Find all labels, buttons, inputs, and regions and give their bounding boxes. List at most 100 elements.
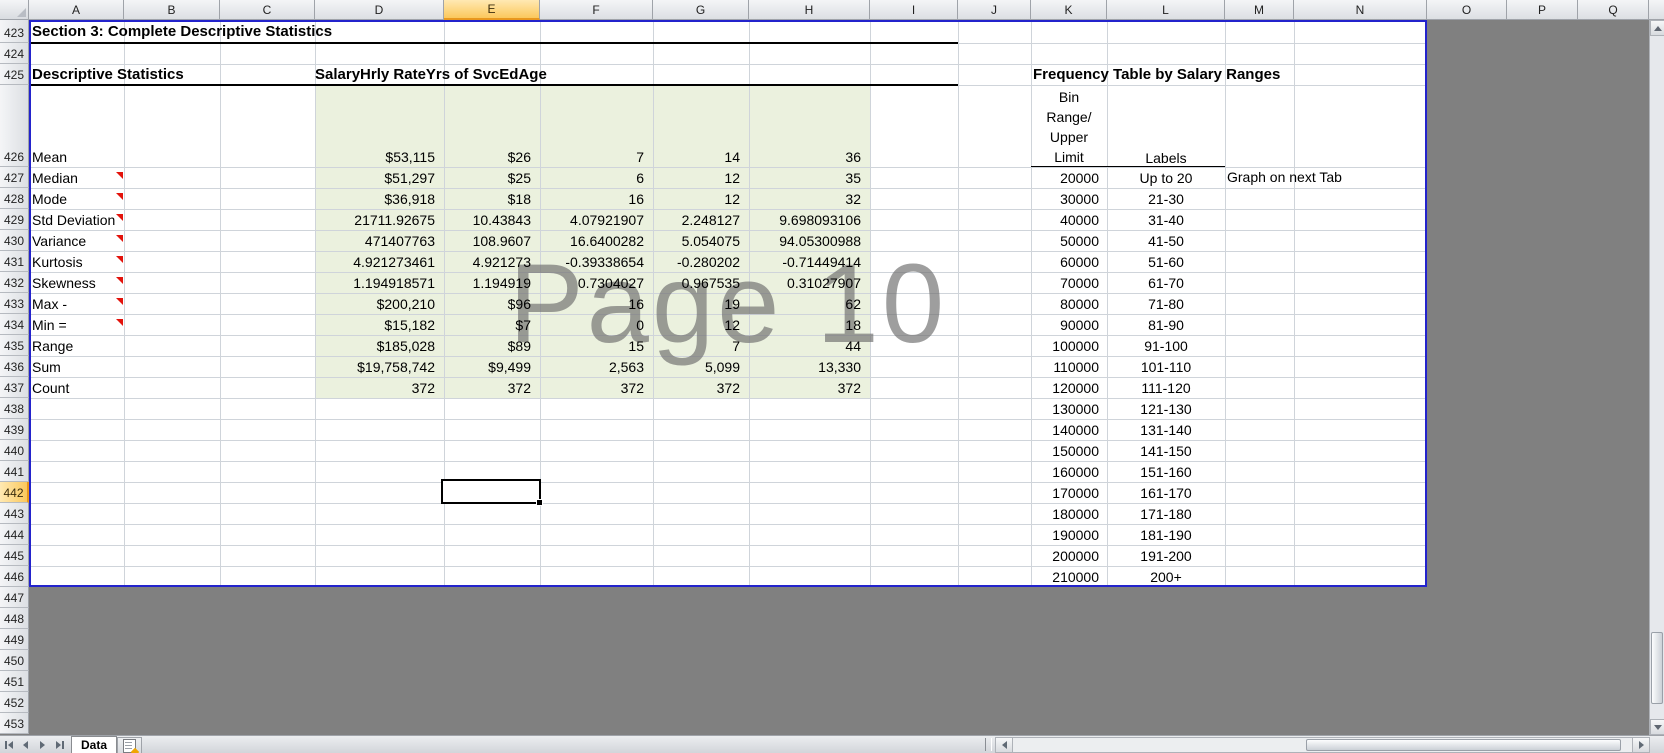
stat-salary-cell[interactable]: $53,115 <box>315 149 444 165</box>
row-header[interactable]: 436 <box>0 356 29 377</box>
freq-label-cell[interactable]: 61-70 <box>1107 275 1225 291</box>
fill-handle[interactable] <box>536 499 543 506</box>
stat-salary-cell[interactable]: $185,028 <box>315 338 444 354</box>
column-header[interactable]: I <box>870 0 958 20</box>
row-header[interactable]: 424 <box>0 43 29 64</box>
stat-hrlyrate-cell[interactable]: $89 <box>444 338 540 354</box>
row-header[interactable]: 445 <box>0 545 29 566</box>
stat-yrsofsvc-cell[interactable]: 16 <box>540 296 653 312</box>
row-header[interactable]: 433 <box>0 293 29 314</box>
stat-ed-cell[interactable]: 7 <box>653 338 749 354</box>
row-header[interactable]: 446 <box>0 566 29 587</box>
stat-hrlyrate-cell[interactable]: $18 <box>444 191 540 207</box>
stat-label-cell[interactable]: Max - <box>29 296 315 312</box>
stat-label-cell[interactable]: Mode <box>29 191 315 207</box>
stat-salary-cell[interactable]: 21711.92675 <box>315 212 444 228</box>
stat-age-cell[interactable]: 372 <box>749 380 870 396</box>
stat-age-cell[interactable]: 94.05300988 <box>749 233 870 249</box>
freq-label-cell[interactable]: 200+ <box>1107 569 1225 585</box>
row-header[interactable]: 432 <box>0 272 29 293</box>
tab-nav-prev-button[interactable] <box>17 738 34 752</box>
column-header[interactable]: J <box>958 0 1031 20</box>
tab-splitter-handle[interactable] <box>985 738 992 751</box>
freq-bin-cell[interactable]: 110000 <box>1031 359 1107 375</box>
freq-bin-cell[interactable]: 170000 <box>1031 485 1107 501</box>
stat-ed-cell[interactable]: 12 <box>653 170 749 186</box>
stat-ed-cell[interactable]: 2.248127 <box>653 212 749 228</box>
stats-column-header[interactable]: Ed <box>499 66 518 83</box>
column-header[interactable]: M <box>1225 0 1294 20</box>
stat-label-cell[interactable]: Mean <box>29 149 315 165</box>
tab-nav-last-button[interactable] <box>51 738 68 752</box>
row-header[interactable]: 449 <box>0 629 29 650</box>
freq-labels-header[interactable]: Labels <box>1107 85 1225 167</box>
stat-yrsofsvc-cell[interactable]: 16.6400282 <box>540 233 653 249</box>
row-header[interactable]: 439 <box>0 419 29 440</box>
column-header[interactable]: E <box>444 0 540 20</box>
stat-yrsofsvc-cell[interactable]: -0.39338654 <box>540 254 653 270</box>
freq-bin-cell[interactable]: 60000 <box>1031 254 1107 270</box>
stat-ed-cell[interactable]: -0.280202 <box>653 254 749 270</box>
freq-label-cell[interactable]: 121-130 <box>1107 401 1225 417</box>
stat-hrlyrate-cell[interactable]: $25 <box>444 170 540 186</box>
freq-bin-cell[interactable]: 200000 <box>1031 548 1107 564</box>
stat-hrlyrate-cell[interactable]: 372 <box>444 380 540 396</box>
stat-yrsofsvc-cell[interactable]: 4.07921907 <box>540 212 653 228</box>
scroll-right-button[interactable] <box>1632 737 1649 752</box>
freq-label-cell[interactable]: 21-30 <box>1107 191 1225 207</box>
column-header[interactable]: O <box>1427 0 1507 20</box>
tab-nav-next-button[interactable] <box>34 738 51 752</box>
freq-bin-cell[interactable]: 130000 <box>1031 401 1107 417</box>
stat-hrlyrate-cell[interactable]: 4.921273 <box>444 254 540 270</box>
freq-bin-cell[interactable]: 90000 <box>1031 317 1107 333</box>
tab-nav-first-button[interactable] <box>0 738 17 752</box>
freq-label-cell[interactable]: Up to 20 <box>1107 170 1225 186</box>
freq-bin-cell[interactable]: 180000 <box>1031 506 1107 522</box>
stat-salary-cell[interactable]: 372 <box>315 380 444 396</box>
stat-age-cell[interactable]: -0.71449414 <box>749 254 870 270</box>
stat-ed-cell[interactable]: 14 <box>653 149 749 165</box>
stat-yrsofsvc-cell[interactable]: 0 <box>540 317 653 333</box>
stat-hrlyrate-cell[interactable]: $26 <box>444 149 540 165</box>
freq-label-cell[interactable]: 141-150 <box>1107 443 1225 459</box>
stat-label-cell[interactable]: Skewness <box>29 275 315 291</box>
freq-label-cell[interactable]: 51-60 <box>1107 254 1225 270</box>
stat-ed-cell[interactable]: 5,099 <box>653 359 749 375</box>
row-header[interactable]: 450 <box>0 650 29 671</box>
row-header[interactable]: 428 <box>0 188 29 209</box>
horizontal-scrollbar[interactable] <box>995 736 1650 753</box>
stat-ed-cell[interactable]: 0.967535 <box>653 275 749 291</box>
column-header[interactable]: C <box>220 0 315 20</box>
stat-age-cell[interactable]: 0.31027907 <box>749 275 870 291</box>
freq-label-cell[interactable]: 31-40 <box>1107 212 1225 228</box>
row-header[interactable]: 427 <box>0 167 29 188</box>
row-header[interactable]: 453 <box>0 713 29 734</box>
stat-salary-cell[interactable]: $200,210 <box>315 296 444 312</box>
stat-salary-cell[interactable]: $15,182 <box>315 317 444 333</box>
row-header[interactable]: 447 <box>0 587 29 608</box>
stat-ed-cell[interactable]: 19 <box>653 296 749 312</box>
row-header[interactable]: 429 <box>0 209 29 230</box>
freq-label-cell[interactable]: 171-180 <box>1107 506 1225 522</box>
row-header[interactable]: 423 <box>0 20 29 43</box>
stat-age-cell[interactable]: 13,330 <box>749 359 870 375</box>
stat-age-cell[interactable]: 35 <box>749 170 870 186</box>
stat-hrlyrate-cell[interactable]: 1.194919 <box>444 275 540 291</box>
row-header[interactable]: 443 <box>0 503 29 524</box>
stat-yrsofsvc-cell[interactable]: 2,563 <box>540 359 653 375</box>
column-header[interactable]: L <box>1107 0 1225 20</box>
stat-yrsofsvc-cell[interactable]: 6 <box>540 170 653 186</box>
stat-hrlyrate-cell[interactable]: $7 <box>444 317 540 333</box>
stats-column-header[interactable]: Hrly Rate <box>360 66 426 83</box>
stat-hrlyrate-cell[interactable]: 10.43843 <box>444 212 540 228</box>
freq-bin-cell[interactable]: 50000 <box>1031 233 1107 249</box>
stat-age-cell[interactable]: 32 <box>749 191 870 207</box>
stat-yrsofsvc-cell[interactable]: 0.7304027 <box>540 275 653 291</box>
row-header[interactable]: 435 <box>0 335 29 356</box>
stats-column-header[interactable]: Salary <box>315 66 360 83</box>
freq-label-cell[interactable]: 41-50 <box>1107 233 1225 249</box>
select-all-corner[interactable] <box>0 0 29 20</box>
row-header[interactable]: 448 <box>0 608 29 629</box>
row-header[interactable]: 452 <box>0 692 29 713</box>
column-header[interactable]: K <box>1031 0 1107 20</box>
